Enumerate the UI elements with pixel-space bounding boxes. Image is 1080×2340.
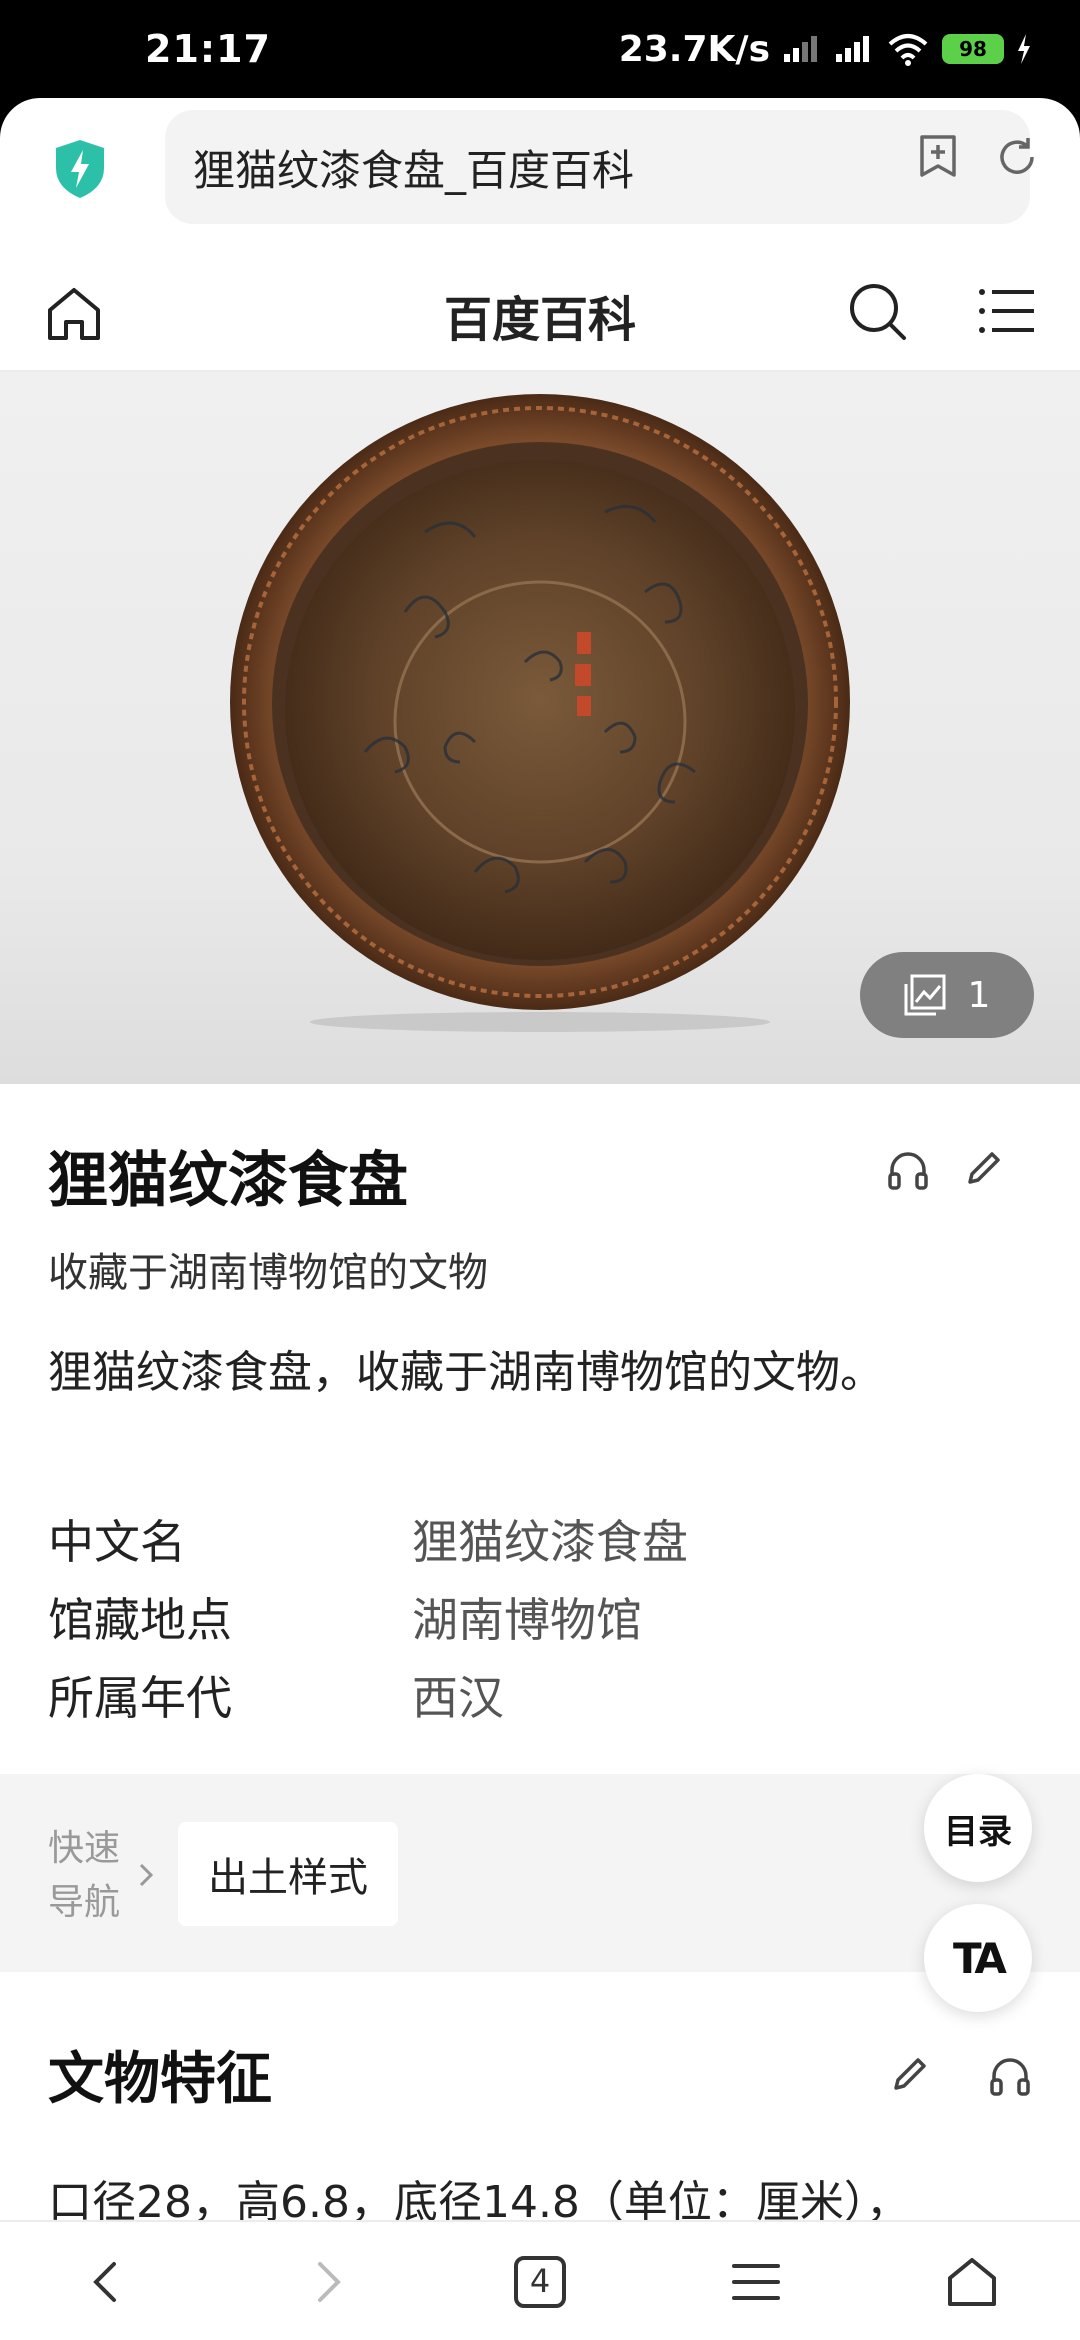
info-value[interactable]: 西汉 [412,1662,504,1728]
headphones-icon[interactable] [988,2054,1032,2098]
quick-nav-label: 快速 导航 [48,1822,128,1930]
lacquer-plate-image [230,394,850,1032]
info-key: 所属年代 [48,1671,232,1725]
signal-icon [784,36,817,62]
status-indicators: 23.7K/s 98 [619,29,1032,70]
edit-icon[interactable] [888,2054,930,2096]
shield-icon[interactable] [52,138,108,200]
url-input[interactable]: 狸猫纹漆食盘_百度百科 [165,110,1030,224]
info-box: 中文名 狸猫纹漆食盘 馆藏地点 湖南博物馆 所属年代 西汉 [48,1500,1028,1734]
url-title: 狸猫纹漆食盘_百度百科 [193,145,635,195]
battery-icon: 98 [942,34,1004,64]
tabs-count: 4 [529,2262,551,2300]
toc-button[interactable]: 目录 [924,1774,1032,1882]
image-count: 1 [967,974,991,1016]
entry-subtitle: 收藏于湖南博物馆的文物 [48,1250,488,1296]
headphones-icon[interactable] [886,1148,930,1192]
bottom-toolbar: 4 [0,2220,1080,2340]
quick-nav: 快速 导航 出土样式 [0,1774,1080,1972]
edit-icon[interactable] [962,1148,1004,1190]
info-row: 中文名 狸猫纹漆食盘 [48,1500,1028,1578]
entry-title: 狸猫纹漆食盘 [48,1146,408,1216]
network-speed: 23.7K/s [618,28,770,70]
charging-icon [1018,34,1030,64]
info-value: 狸猫纹漆食盘 [412,1515,688,1569]
info-row: 所属年代 西汉 [48,1656,1028,1734]
signal-icon-2 [836,36,869,62]
quick-nav-label-line2: 导航 [48,1882,121,1923]
forward-icon[interactable] [298,2252,358,2312]
add-bookmark-icon[interactable] [916,134,960,178]
hero-image[interactable]: 1 [0,372,1080,1084]
site-title: 百度百科 [443,292,636,348]
tabs-button[interactable]: 4 [510,2252,570,2312]
menu-lines-icon[interactable] [726,2252,786,2312]
back-icon[interactable] [76,2252,136,2312]
chevron-right-icon [139,1863,154,1887]
page: 21:17 23.7K/s 98 狸猫纹漆食盘_百度百科 百度百科 1 狸猫纹漆… [0,0,1080,2340]
info-row: 馆藏地点 湖南博物馆 [48,1578,1028,1656]
home-tab-icon[interactable] [942,2252,1002,2312]
info-key: 中文名 [48,1515,186,1569]
reload-icon[interactable] [994,134,1040,180]
quick-nav-label-line1: 快速 [48,1828,121,1869]
info-value[interactable]: 湖南博物馆 [412,1584,642,1650]
gallery-icon [904,974,946,1016]
search-icon[interactable] [846,280,908,342]
quick-nav-chip[interactable]: 出土样式 [178,1822,398,1926]
site-header: 百度百科 [0,250,1080,372]
info-key: 馆藏地点 [48,1593,232,1647]
status-bar: 21:17 23.7K/s 98 [0,0,1080,98]
wifi-icon [888,34,928,66]
section-title: 文物特征 [48,2047,272,2112]
image-gallery-button[interactable]: 1 [860,952,1034,1038]
menu-icon[interactable] [978,284,1034,338]
browser-address-bar: 狸猫纹漆食盘_百度百科 [0,98,1080,250]
status-time: 21:17 [145,27,271,71]
font-size-button[interactable]: TA [924,1904,1032,2012]
entry-summary: 狸猫纹漆食盘，收藏于湖南博物馆的文物。 [48,1347,884,1398]
